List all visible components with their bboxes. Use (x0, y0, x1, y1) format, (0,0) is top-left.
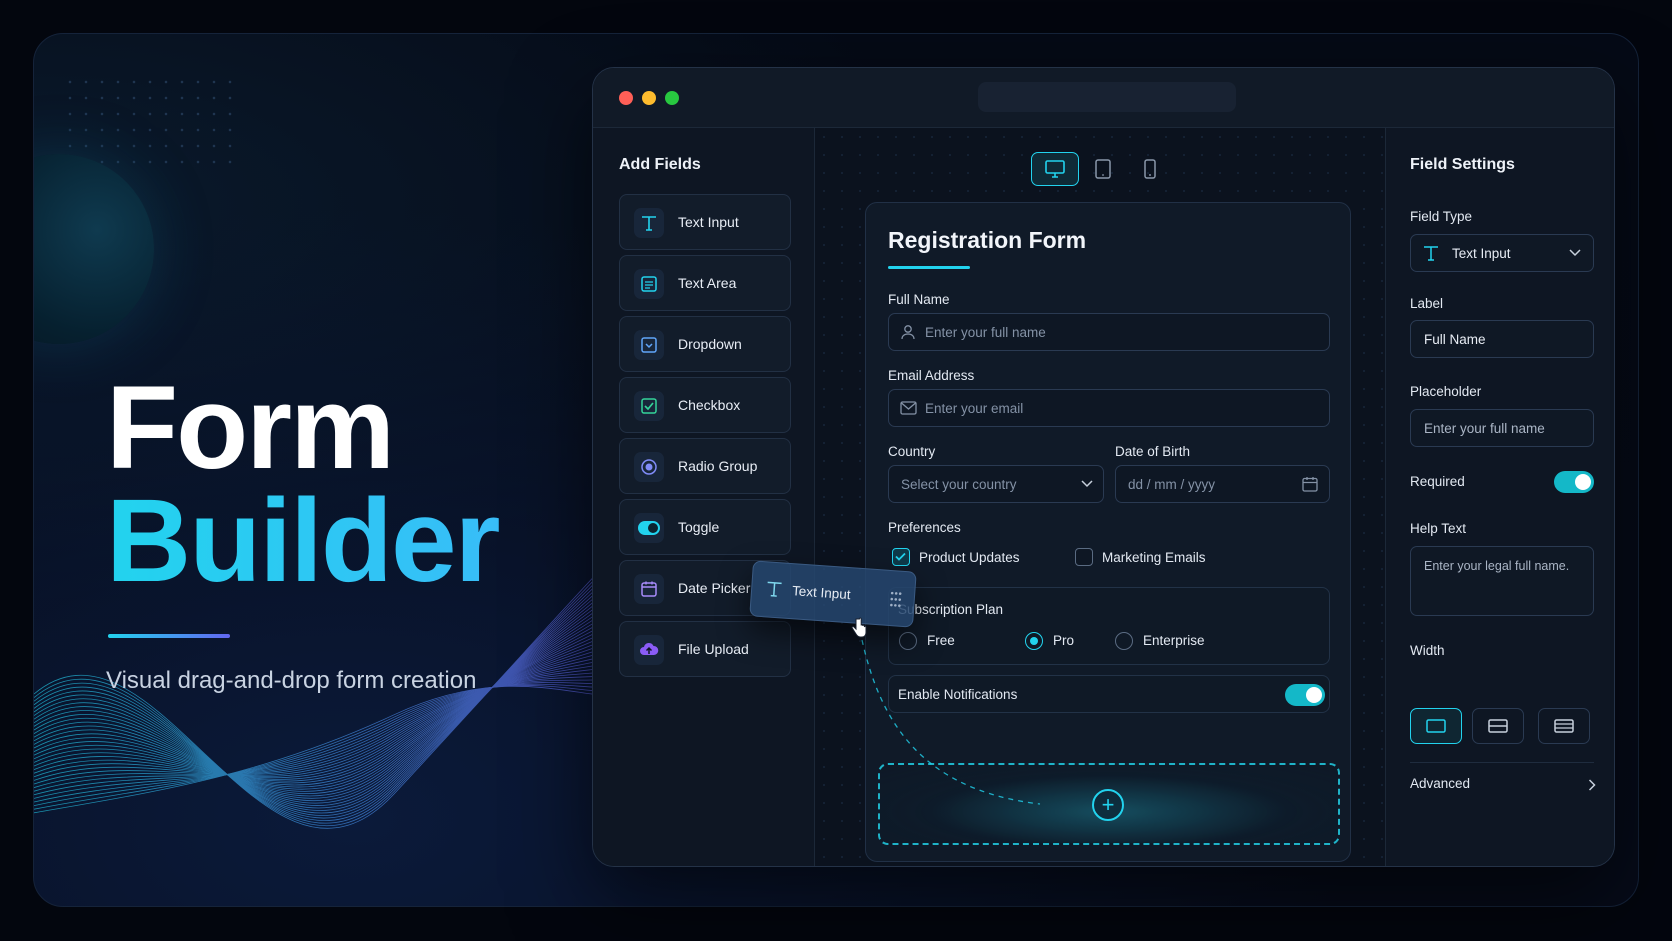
cursor-hand-icon (851, 617, 867, 638)
drag-ghost-text-input[interactable]: Text Input (749, 560, 917, 628)
drag-handle-icon[interactable] (889, 591, 902, 608)
drag-ghost-label: Text Input (791, 583, 852, 603)
text-icon (767, 581, 782, 597)
drag-path (861, 639, 1041, 805)
